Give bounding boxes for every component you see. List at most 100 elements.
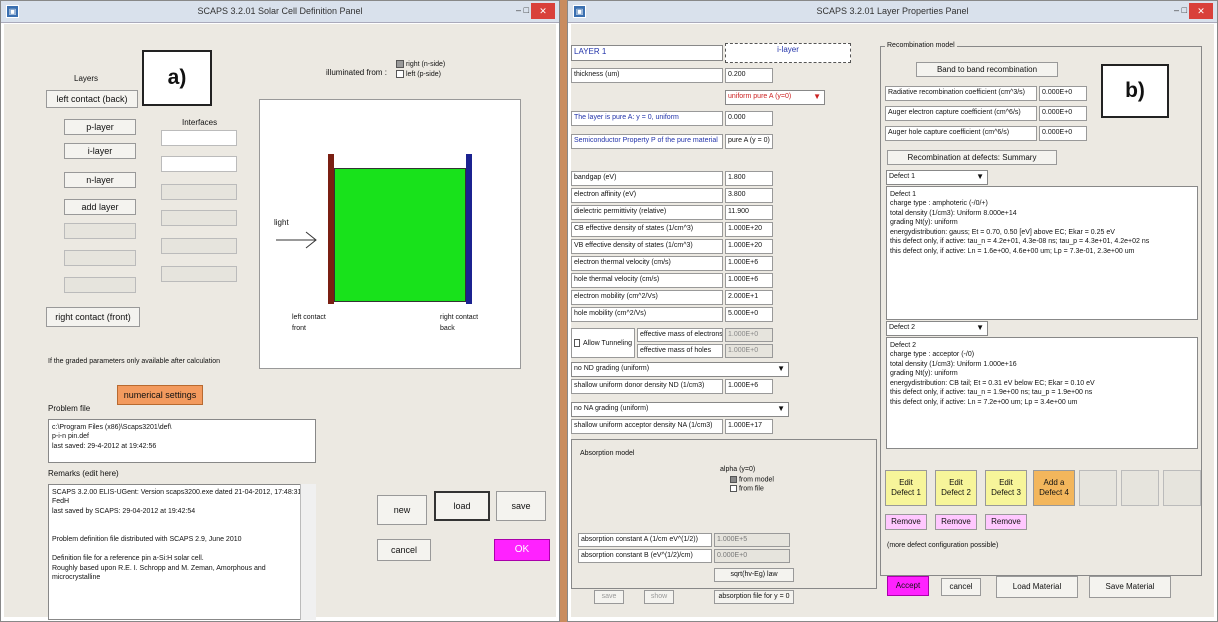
radiative-coeff-value[interactable]: 0.000E+0 [1039, 86, 1087, 101]
eff-mass-electrons-label: effective mass of electrons [637, 328, 723, 342]
close-button[interactable]: ✕ [531, 3, 555, 19]
layer-button-n[interactable]: n-layer [64, 172, 136, 188]
left-contact-caption: left contact front [292, 314, 326, 333]
edit-defect2-button[interactable]: Edit Defect 2 [935, 470, 977, 506]
property-label: bandgap (eV) [571, 171, 723, 186]
layer-button-p[interactable]: p-layer [64, 119, 136, 135]
property-value[interactable]: 1.800 [725, 171, 773, 186]
auger-electron-value[interactable]: 0.000E+0 [1039, 106, 1087, 121]
interface-slot[interactable] [161, 130, 237, 146]
absorption-file-button[interactable]: absorption file for y = 0 [714, 590, 794, 604]
radio-icon[interactable] [396, 60, 404, 68]
minimize-icon[interactable]: – [516, 5, 521, 15]
alpha-option-file[interactable]: from file [730, 485, 764, 492]
absorption-constant-a-label: absorption constant A (1/cm eV^(1/2)) [578, 533, 712, 547]
property-value[interactable]: 1.000E+6 [725, 256, 773, 271]
minimize-icon[interactable]: – [1174, 5, 1179, 15]
radio-icon[interactable] [730, 485, 737, 492]
empty-layer-slot [64, 277, 136, 293]
absorption-model-group: Absorption model alpha (y=0) from model … [571, 439, 877, 604]
graded-note: If the graded parameters only available … [48, 358, 220, 365]
property-label: electron affinity (eV) [571, 188, 723, 203]
thickness-input[interactable]: 0.200 [725, 68, 773, 83]
property-value[interactable]: 11.900 [725, 205, 773, 220]
accept-button[interactable]: Accept [887, 576, 929, 596]
na-grading-select[interactable]: no NA grading (uniform) ▼ [571, 402, 789, 417]
layers-label: Layers [74, 74, 99, 83]
maximize-icon[interactable]: □ [524, 5, 529, 15]
ok-button[interactable]: OK [494, 539, 550, 561]
semiconductor-property-value[interactable]: pure A (y = 0) [725, 134, 773, 149]
defect1-select-value: Defect 1 [889, 173, 916, 180]
property-value[interactable]: 1.000E+20 [725, 239, 773, 254]
radio-icon[interactable] [730, 476, 737, 483]
illum-option-left-label: left (p-side) [405, 70, 441, 78]
edit-defect1-button[interactable]: Edit Defect 1 [885, 470, 927, 506]
interface-slot [161, 184, 237, 200]
allow-tunneling-checkbox[interactable]: Allow Tunneling [571, 328, 635, 358]
radiative-coeff-label: Radiative recombination coefficient (cm^… [885, 86, 1037, 101]
remarks-textarea[interactable]: SCAPS 3.2.00 ELIS-UGent: Version scaps32… [48, 484, 316, 620]
load-button[interactable]: load [434, 491, 490, 521]
layer-button-i[interactable]: i-layer [64, 143, 136, 159]
checkbox-icon[interactable] [574, 339, 580, 347]
load-material-button[interactable]: Load Material [996, 576, 1078, 598]
absorption-save-button: save [594, 590, 624, 604]
interfaces-label: Interfaces [182, 118, 218, 127]
interface-slot [161, 210, 237, 226]
alpha-option-model[interactable]: from model [730, 476, 774, 483]
close-button[interactable]: ✕ [1189, 3, 1213, 19]
nd-grading-select[interactable]: no ND grading (uniform) ▼ [571, 362, 789, 377]
defect2-select-value: Defect 2 [889, 324, 916, 331]
property-value[interactable]: 1.000E+6 [725, 273, 773, 288]
composition-select[interactable]: uniform pure A (y=0) ▼ [725, 90, 825, 105]
property-label: hole mobility (cm^2/Vs) [571, 307, 723, 322]
acceptor-density-value[interactable]: 1.000E+17 [725, 419, 773, 434]
layer-type-field[interactable]: i-layer [725, 43, 851, 63]
solar-cell-definition-window: ▣ SCAPS 3.2.01 Solar Cell Definition Pan… [0, 0, 560, 622]
light-arrow-icon [276, 230, 320, 250]
cancel-button[interactable]: cancel [377, 539, 431, 561]
remarks-scrollbar[interactable] [300, 484, 316, 620]
donor-density-label: shallow uniform donor density ND (1/cm3) [571, 379, 723, 394]
sqrt-law-button[interactable]: sqrt(hv-Eg) law [714, 568, 794, 582]
radio-icon[interactable] [396, 70, 404, 78]
donor-density-value[interactable]: 1.000E+6 [725, 379, 773, 394]
cancel-button[interactable]: cancel [941, 578, 981, 596]
illum-option-left[interactable]: left (p-side) [396, 70, 441, 78]
remove-defect3-button[interactable]: Remove [985, 514, 1027, 530]
remove-defect1-button[interactable]: Remove [885, 514, 927, 530]
property-value[interactable]: 1.000E+20 [725, 222, 773, 237]
property-value[interactable]: 5.000E+0 [725, 307, 773, 322]
add-defect4-button[interactable]: Add a Defect 4 [1033, 470, 1075, 506]
allow-tunneling-label: Allow Tunneling [582, 339, 632, 347]
eff-mass-electrons-value: 1.000E+0 [725, 328, 773, 342]
absorption-constant-b-value[interactable]: 0.000E+0 [714, 549, 790, 563]
left-contact-button[interactable]: left contact (back) [46, 90, 138, 108]
interface-slot[interactable] [161, 156, 237, 172]
chevron-down-icon: ▼ [813, 92, 821, 101]
band-to-band-button[interactable]: Band to band recombination [916, 62, 1058, 77]
absorption-constant-a-value[interactable]: 1.000E+5 [714, 533, 790, 547]
save-button[interactable]: save [496, 491, 546, 521]
alpha-label: alpha (y=0) [720, 466, 756, 473]
save-material-button[interactable]: Save Material [1089, 576, 1171, 598]
right-contact-button[interactable]: right contact (front) [46, 307, 140, 327]
auger-hole-value[interactable]: 0.000E+0 [1039, 126, 1087, 141]
defect1-select[interactable]: Defect 1 ▼ [886, 170, 988, 185]
eff-mass-holes-label: effective mass of holes [637, 344, 723, 358]
numerical-settings-button[interactable]: numerical settings [117, 385, 203, 405]
illum-option-right[interactable]: right (n-side) [396, 60, 445, 68]
property-value[interactable]: 2.000E+1 [725, 290, 773, 305]
pure-layer-value[interactable]: 0.000 [725, 111, 773, 126]
layer-name-field[interactable]: LAYER 1 [571, 45, 723, 61]
defect2-select[interactable]: Defect 2 ▼ [886, 321, 988, 336]
defects-summary-button[interactable]: Recombination at defects: Summary [887, 150, 1057, 165]
new-button[interactable]: new [377, 495, 427, 525]
add-layer-button[interactable]: add layer [64, 199, 136, 215]
edit-defect3-button[interactable]: Edit Defect 3 [985, 470, 1027, 506]
defect-config-note: (more defect configuration possible) [887, 542, 999, 549]
remove-defect2-button[interactable]: Remove [935, 514, 977, 530]
maximize-icon[interactable]: □ [1182, 5, 1187, 15]
property-value[interactable]: 3.800 [725, 188, 773, 203]
